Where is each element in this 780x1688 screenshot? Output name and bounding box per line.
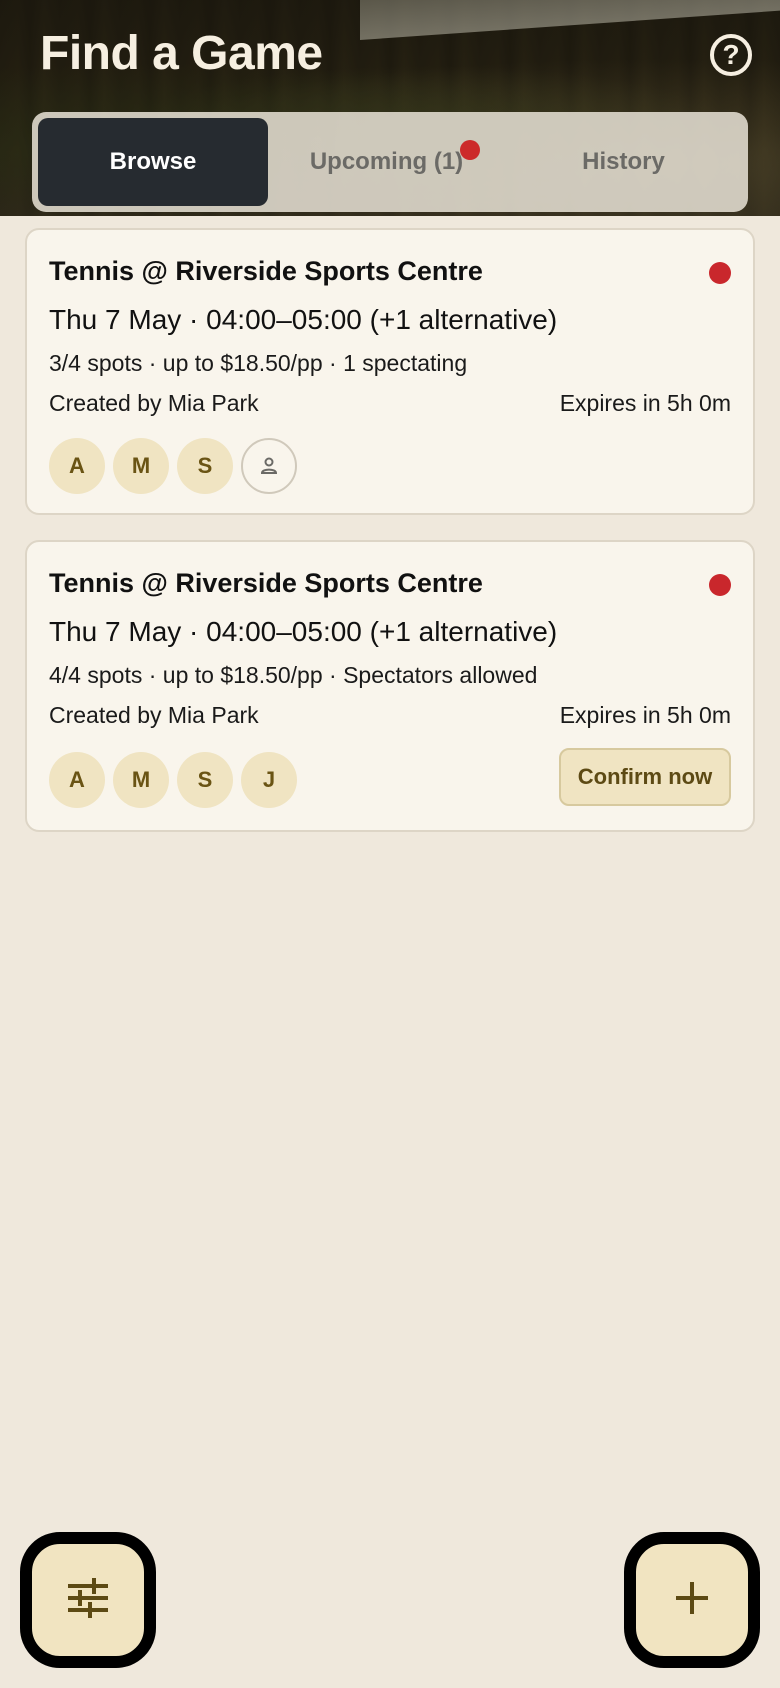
notification-dot bbox=[460, 140, 480, 160]
tab-browse-label: Browse bbox=[109, 148, 197, 175]
filter-sliders-icon bbox=[68, 1577, 108, 1623]
status-dot bbox=[709, 574, 731, 596]
plus-icon bbox=[674, 1580, 710, 1621]
tab-upcoming[interactable]: Upcoming (1) bbox=[268, 118, 505, 206]
tab-upcoming-label: Upcoming (1) bbox=[309, 148, 464, 175]
avatar: M bbox=[113, 752, 169, 808]
avatar: A bbox=[49, 438, 105, 494]
game-expires: Expires in 5h 0m bbox=[559, 702, 731, 728]
game-expires: Expires in 5h 0m bbox=[559, 390, 731, 416]
game-creator: Created by Mia Park bbox=[49, 702, 259, 728]
game-time: Thu 7 May · 04:00–05:00 (+1 alternative) bbox=[49, 304, 558, 335]
filter-button[interactable] bbox=[20, 1532, 156, 1668]
avatar: M bbox=[113, 438, 169, 494]
confirm-now-button[interactable]: Confirm now bbox=[559, 748, 731, 806]
avatar: J bbox=[241, 752, 297, 808]
tab-history-label: History bbox=[582, 148, 665, 175]
tab-bar: Browse Upcoming (1) History bbox=[32, 112, 748, 212]
game-meta: 3/4 spots · up to $18.50/pp · 1 spectati… bbox=[49, 350, 468, 376]
game-time: Thu 7 May · 04:00–05:00 (+1 alternative) bbox=[49, 616, 558, 647]
avatar: A bbox=[49, 752, 105, 808]
avatar: S bbox=[177, 752, 233, 808]
game-meta: 4/4 spots · up to $18.50/pp · Spectators… bbox=[49, 662, 538, 688]
game-card[interactable]: Tennis @ Riverside Sports Centre Thu 7 M… bbox=[25, 540, 755, 832]
player-avatars: A M S bbox=[49, 438, 297, 494]
page-title: Find a Game bbox=[40, 27, 323, 80]
spectator-icon bbox=[241, 438, 297, 494]
player-avatars: A M S J bbox=[49, 752, 297, 808]
tab-browse[interactable]: Browse bbox=[38, 118, 268, 206]
status-dot bbox=[709, 262, 731, 284]
create-game-button[interactable] bbox=[624, 1532, 760, 1668]
header-banner: Find a Game ? Browse Upcoming (1) Histor… bbox=[0, 0, 780, 216]
tab-history[interactable]: History bbox=[505, 118, 742, 206]
game-card[interactable]: Tennis @ Riverside Sports Centre Thu 7 M… bbox=[25, 228, 755, 515]
game-venue: Tennis @ Riverside Sports Centre bbox=[49, 568, 483, 598]
header-background-roof bbox=[360, 0, 780, 41]
game-creator: Created by Mia Park bbox=[49, 390, 259, 416]
help-icon[interactable]: ? bbox=[710, 34, 752, 76]
game-venue: Tennis @ Riverside Sports Centre bbox=[49, 256, 483, 286]
avatar: S bbox=[177, 438, 233, 494]
